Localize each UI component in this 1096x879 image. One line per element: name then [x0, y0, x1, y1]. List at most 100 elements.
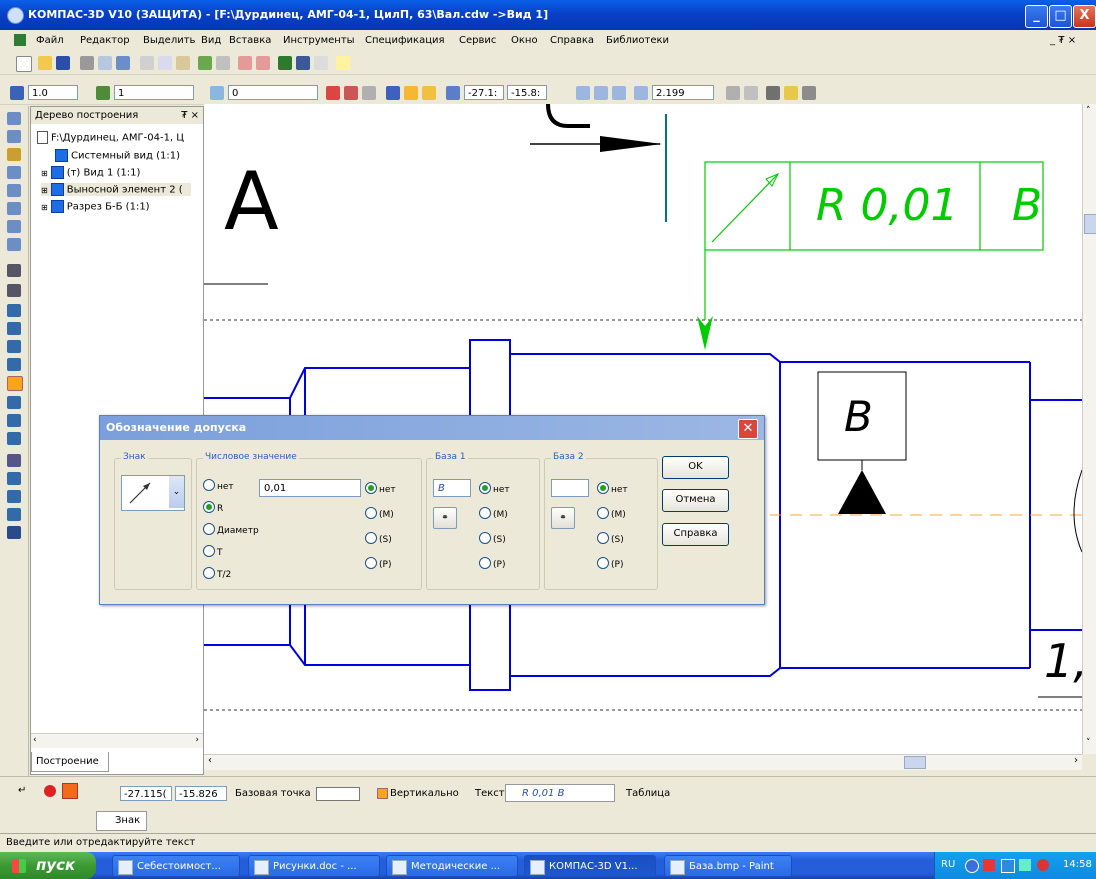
- zoom-scale-icon[interactable]: [634, 86, 648, 100]
- ok-button[interactable]: OK: [662, 456, 729, 479]
- tab-build[interactable]: Построение: [31, 752, 109, 772]
- style-select[interactable]: 0: [228, 85, 318, 100]
- parametrization-icon[interactable]: [7, 184, 21, 197]
- task-paint[interactable]: База.bmp - Paint: [664, 855, 792, 877]
- view-mode-icon[interactable]: [802, 86, 816, 100]
- mod-radio-s[interactable]: (S): [365, 532, 392, 547]
- tray-security-icon[interactable]: [1037, 859, 1049, 871]
- open-folder-icon[interactable]: [38, 56, 52, 70]
- context-help-icon[interactable]: [336, 56, 350, 70]
- tolerance-tool-icon[interactable]: [7, 376, 23, 391]
- language-indicator[interactable]: RU: [941, 859, 955, 870]
- enter-icon[interactable]: ↵: [18, 785, 26, 796]
- start-button[interactable]: пуск: [0, 852, 96, 879]
- measure-icon[interactable]: [7, 202, 21, 215]
- mod-radio-p[interactable]: (P): [365, 557, 391, 572]
- tree-hscroll[interactable]: ‹ ›: [31, 733, 203, 748]
- menu-insert[interactable]: Вставка: [229, 35, 271, 46]
- redo-icon[interactable]: [256, 56, 270, 70]
- snap-icon[interactable]: [326, 86, 340, 100]
- base2-radio-p[interactable]: (P): [597, 557, 623, 572]
- new-document-icon[interactable]: [16, 56, 32, 72]
- scroll-left-icon[interactable]: ‹: [33, 735, 37, 745]
- local-cs-icon[interactable]: [386, 86, 400, 100]
- base2-radio-none[interactable]: нет: [597, 482, 628, 497]
- ortho-icon[interactable]: [404, 86, 418, 100]
- copy-icon[interactable]: [158, 56, 172, 70]
- expand-icon[interactable]: ⊞: [41, 169, 48, 178]
- menu-tools[interactable]: Инструменты: [283, 35, 355, 46]
- base1-link-icon[interactable]: ⚭: [433, 507, 457, 529]
- designations-icon[interactable]: [7, 148, 21, 161]
- point-x-field[interactable]: -27.115(: [120, 786, 172, 801]
- document-window-controls[interactable]: _ ₮ ×: [1050, 35, 1076, 46]
- task-cost[interactable]: Себестоимост...: [112, 855, 240, 877]
- menu-libraries[interactable]: Библиотеки: [606, 35, 669, 46]
- vertical-checkbox[interactable]: [377, 788, 388, 799]
- menu-window[interactable]: Окно: [511, 35, 538, 46]
- menu-help[interactable]: Справка: [550, 35, 594, 46]
- spec-icon[interactable]: [7, 238, 21, 251]
- manager-icon[interactable]: [216, 56, 230, 70]
- select-icon[interactable]: [7, 220, 21, 233]
- base2-input[interactable]: [551, 479, 589, 497]
- pan-icon[interactable]: [726, 86, 740, 100]
- cancel-button[interactable]: Отмена: [662, 489, 729, 512]
- stop-icon[interactable]: [44, 785, 56, 797]
- cursor-x-field[interactable]: -27.1:: [464, 85, 504, 100]
- tree-item-detail-element[interactable]: ⊞ Выносной элемент 2 (: [41, 183, 191, 196]
- value-radio-t2[interactable]: T/2: [203, 567, 231, 582]
- scroll-right-icon[interactable]: ›: [1074, 755, 1078, 766]
- table-label[interactable]: Таблица: [626, 788, 670, 799]
- menu-view[interactable]: Вид: [201, 35, 221, 46]
- paste-icon[interactable]: [176, 56, 190, 70]
- create-object-icon[interactable]: [62, 783, 78, 799]
- menu-select[interactable]: Выделить: [143, 35, 195, 46]
- zoom-select[interactable]: 2.199: [652, 85, 714, 100]
- value-radio-none[interactable]: нет: [203, 479, 234, 494]
- base1-radio-s[interactable]: (S): [479, 532, 506, 547]
- editing-icon[interactable]: [7, 166, 21, 179]
- snap-settings-icon[interactable]: [344, 86, 358, 100]
- tray-volume-icon[interactable]: [1019, 859, 1031, 871]
- base2-radio-s[interactable]: (S): [597, 532, 624, 547]
- scroll-down-icon[interactable]: ˅: [1086, 738, 1091, 748]
- zoom-window-icon[interactable]: [576, 86, 590, 100]
- zoom-in-icon[interactable]: [594, 86, 608, 100]
- more-tools-icon[interactable]: [7, 526, 21, 539]
- leader-tool-icon[interactable]: [7, 340, 21, 353]
- save-icon[interactable]: [56, 56, 70, 70]
- tree-root[interactable]: F:\Дурдинец, АМГ-04-1, Ц: [37, 131, 184, 144]
- print-icon[interactable]: [80, 56, 94, 70]
- vscroll-thumb[interactable]: [1084, 214, 1096, 234]
- geometry-icon[interactable]: [7, 112, 21, 125]
- scroll-right-icon[interactable]: ›: [195, 735, 199, 745]
- show-all-icon[interactable]: [744, 86, 758, 100]
- variables-icon[interactable]: [296, 56, 310, 70]
- task-methodical[interactable]: Методические ...: [386, 855, 518, 877]
- roughness-tool-icon[interactable]: [7, 304, 21, 317]
- properties-panel-icon[interactable]: [784, 86, 798, 100]
- wave-line-tool-icon[interactable]: [7, 472, 21, 485]
- tree-item-system-view[interactable]: Системный вид (1:1): [55, 149, 180, 162]
- scroll-left-icon[interactable]: ‹: [208, 755, 212, 766]
- text-preview-field[interactable]: R 0,01 B: [505, 784, 615, 802]
- base2-link-icon[interactable]: ⚭: [551, 507, 575, 529]
- mark-tool-icon[interactable]: [7, 358, 21, 371]
- scroll-up-icon[interactable]: ˄: [1086, 106, 1091, 116]
- cut-icon[interactable]: [140, 56, 154, 70]
- base1-radio-none[interactable]: нет: [479, 482, 510, 497]
- tab-sign[interactable]: Знак: [96, 811, 148, 831]
- mod-radio-m[interactable]: (M): [365, 507, 394, 522]
- cut-line-tool-icon[interactable]: [7, 396, 21, 409]
- expand-icon[interactable]: ⊞: [41, 203, 48, 212]
- value-radio-r[interactable]: R: [203, 501, 223, 516]
- expand-icon[interactable]: ⊞: [41, 186, 48, 195]
- center-mark-tool-icon[interactable]: [7, 490, 21, 503]
- library-manager-icon[interactable]: [278, 56, 292, 70]
- undo-icon[interactable]: [238, 56, 252, 70]
- base1-input[interactable]: B: [433, 479, 471, 497]
- base1-radio-m[interactable]: (M): [479, 507, 508, 522]
- print-preview-icon[interactable]: [98, 56, 112, 70]
- base2-radio-m[interactable]: (M): [597, 507, 626, 522]
